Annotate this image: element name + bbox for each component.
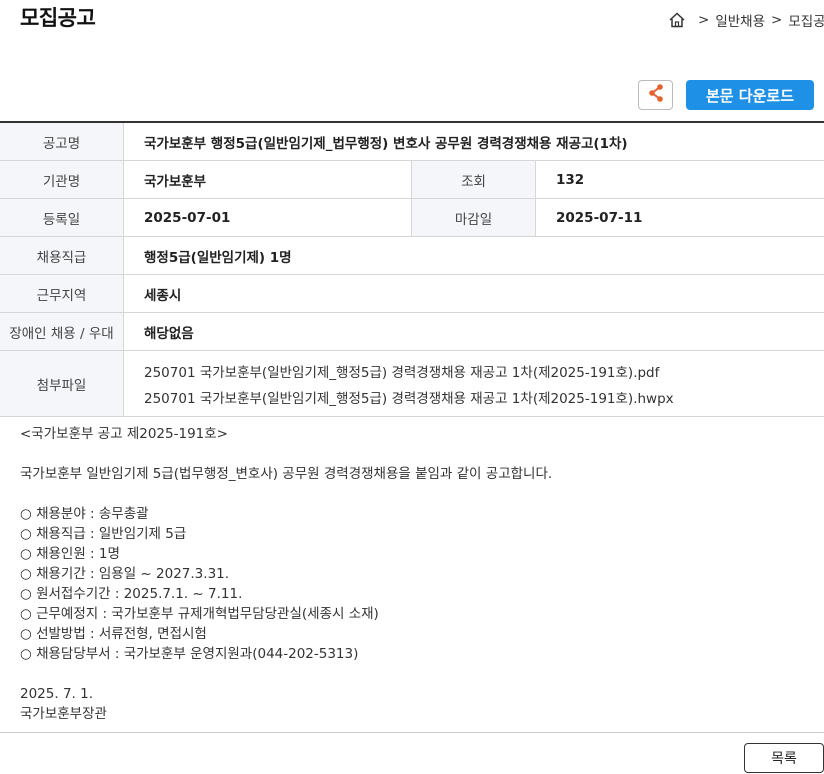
breadcrumb-separator: > bbox=[698, 12, 710, 28]
breadcrumb-item-general-hiring[interactable]: 일반채용 bbox=[715, 10, 765, 30]
notice-intro: 국가보훈부 일반임기제 5급(법무행정_변호사) 공무원 경력경쟁채용을 붙임과… bbox=[20, 466, 553, 482]
posting-body: <국가보훈부 공고 제2025-191호> 국가보훈부 일반임기제 5급(법무행… bbox=[20, 424, 810, 724]
share-icon bbox=[647, 83, 665, 107]
grade-value: 행정5급(일반임기제) 1명 bbox=[144, 249, 292, 266]
grade-label: 채용직급 bbox=[0, 237, 124, 274]
list-button[interactable]: 목록 bbox=[744, 743, 824, 773]
attachment-hwpx-link[interactable]: 250701 국가보훈부(일반임기제_행정5급) 경력경쟁채용 재공고 1차(제… bbox=[144, 387, 674, 407]
notice-number: <국가보훈부 공고 제2025-191호> bbox=[20, 426, 228, 442]
table-row: 공고명 국가보훈부 행정5급(일반임기제_법무행정) 변호사 공무원 경력경쟁채… bbox=[0, 123, 824, 161]
detail-item: ○ 원서접수기간 : 2025.7.1. ~ 7.11. bbox=[20, 586, 243, 602]
divider bbox=[0, 732, 824, 733]
work-location-label: 근무지역 bbox=[0, 275, 124, 312]
disability-label: 장애인 채용 / 우대 bbox=[0, 313, 124, 350]
attachments-list: 250701 국가보훈부(일반임기제_행정5급) 경력경쟁채용 재공고 1차(제… bbox=[124, 351, 824, 416]
table-row: 첨부파일 250701 국가보훈부(일반임기제_행정5급) 경력경쟁채용 재공고… bbox=[0, 351, 824, 417]
attachment-pdf-link[interactable]: 250701 국가보훈부(일반임기제_행정5급) 경력경쟁채용 재공고 1차(제… bbox=[144, 361, 659, 381]
detail-item: ○ 채용담당부서 : 국가보훈부 운영지원과(044-202-5313) bbox=[20, 646, 359, 662]
work-location-value: 세종시 bbox=[144, 287, 182, 304]
detail-item: ○ 채용분야 : 송무총괄 bbox=[20, 506, 149, 522]
registered-date-value: 2025-07-01 bbox=[124, 199, 412, 236]
deadline-value: 2025-07-11 bbox=[556, 209, 643, 226]
detail-item: ○ 채용직급 : 일반임기제 5급 bbox=[20, 526, 187, 542]
share-button[interactable] bbox=[638, 80, 673, 110]
posting-info-table: 공고명 국가보훈부 행정5급(일반임기제_법무행정) 변호사 공무원 경력경쟁채… bbox=[0, 121, 824, 417]
breadcrumb: > 일반채용 > 모집공고 bbox=[668, 10, 824, 30]
notice-signer: 국가보훈부장관 bbox=[20, 706, 107, 722]
page-title: 모집공고 bbox=[20, 6, 96, 30]
posting-title-value: 국가보훈부 행정5급(일반임기제_법무행정) 변호사 공무원 경력경쟁채용 재공… bbox=[144, 135, 628, 152]
agency-label: 기관명 bbox=[0, 161, 124, 198]
detail-item: ○ 근무예정지 : 국가보훈부 규제개혁법무담당관실(세종시 소재) bbox=[20, 606, 379, 622]
registered-date-label: 등록일 bbox=[0, 199, 124, 236]
detail-item: ○ 채용인원 : 1명 bbox=[20, 546, 120, 562]
disability-value: 해당없음 bbox=[144, 325, 194, 342]
home-icon[interactable] bbox=[668, 11, 686, 29]
attachments-label: 첨부파일 bbox=[0, 351, 124, 416]
table-row: 기관명 국가보훈부 조회 132 bbox=[0, 161, 824, 199]
download-body-button[interactable]: 본문 다운로드 bbox=[686, 80, 814, 110]
breadcrumb-separator: > bbox=[771, 12, 783, 28]
detail-item: ○ 채용기간 : 임용일 ~ 2027.3.31. bbox=[20, 566, 230, 582]
agency-value: 국가보훈부 bbox=[124, 161, 412, 198]
table-row: 근무지역 세종시 bbox=[0, 275, 824, 313]
views-label: 조회 bbox=[412, 161, 536, 198]
breadcrumb-item-job-posting[interactable]: 모집공고 bbox=[788, 10, 824, 30]
table-row: 채용직급 행정5급(일반임기제) 1명 bbox=[0, 237, 824, 275]
deadline-label: 마감일 bbox=[412, 199, 536, 236]
detail-item: ○ 선발방법 : 서류전형, 면접시험 bbox=[20, 626, 207, 642]
views-value: 132 bbox=[556, 171, 585, 188]
table-row: 장애인 채용 / 우대 해당없음 bbox=[0, 313, 824, 351]
table-row: 등록일 2025-07-01 마감일 2025-07-11 bbox=[0, 199, 824, 237]
posting-title-label: 공고명 bbox=[0, 123, 124, 160]
notice-date: 2025. 7. 1. bbox=[20, 686, 93, 702]
